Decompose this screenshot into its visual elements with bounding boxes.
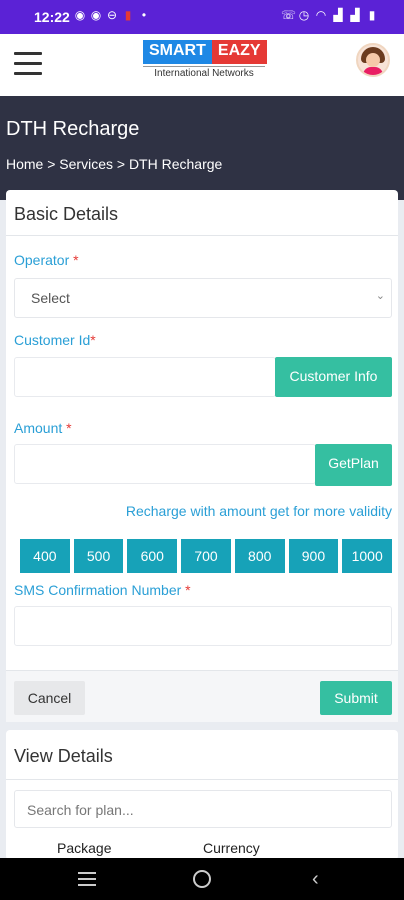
brand-logo[interactable]: SMART EAZY International Networks <box>143 40 267 84</box>
page-title: DTH Recharge <box>6 118 140 140</box>
customer-info-button[interactable]: Customer Info <box>275 357 392 397</box>
status-time: 12:22 <box>34 9 70 25</box>
plan-search-input[interactable]: Search for plan... <box>14 790 392 828</box>
card-title: View Details <box>6 730 398 780</box>
submit-button[interactable]: Submit <box>320 681 392 715</box>
amount-chip[interactable]: 400 <box>20 539 70 573</box>
status-left-icons: ◉ ◉ ⊖ ▮ • <box>74 9 150 21</box>
view-details-card: View Details Search for plan... Package … <box>6 730 398 860</box>
back-icon[interactable]: ‹ <box>312 868 319 891</box>
amount-chip[interactable]: 800 <box>234 539 285 573</box>
amount-input[interactable] <box>14 444 316 484</box>
amount-chips: 400 500 600 700 800 900 1000 <box>20 539 393 573</box>
customer-id-label: Customer Id* <box>14 332 96 348</box>
dnd-icon: ⊖ <box>106 8 118 22</box>
amount-chip[interactable]: 600 <box>127 539 178 573</box>
card-title: Basic Details <box>6 190 398 236</box>
home-icon[interactable] <box>193 870 211 888</box>
status-right-icons: ☏ ◷ ◠ ▟ ▟ ▮ <box>281 9 378 21</box>
sim-icon: ▮ <box>124 8 132 22</box>
amount-label: Amount * <box>14 420 72 436</box>
volte-icon: ☏ <box>281 8 297 22</box>
cancel-button[interactable]: Cancel <box>14 681 85 715</box>
whatsapp-icon: ◉ <box>90 8 102 22</box>
menu-icon[interactable] <box>14 52 42 76</box>
avatar[interactable] <box>356 43 390 77</box>
sms-number-input[interactable] <box>14 606 392 646</box>
battery-icon: ▮ <box>368 8 376 22</box>
wifi-icon: ◠ <box>315 8 327 22</box>
signal-icon: ▟ <box>333 8 343 22</box>
amount-chip[interactable]: 500 <box>73 539 124 573</box>
alarm-icon: ◷ <box>298 8 310 22</box>
basic-details-card: Basic Details Operator * Select ⌄ Custom… <box>6 190 398 722</box>
amount-chip[interactable]: 900 <box>288 539 339 573</box>
amount-chip[interactable]: 1000 <box>342 539 393 573</box>
operator-select-value: Select <box>31 290 70 306</box>
system-nav-bar: ‹ <box>0 858 404 900</box>
dot-icon: • <box>141 8 147 22</box>
operator-select[interactable]: Select ⌄ <box>14 278 392 318</box>
logo-smart-text: SMART <box>143 40 212 64</box>
page-banner: DTH Recharge Home > Services > DTH Recha… <box>0 96 404 200</box>
getplan-button[interactable]: GetPlan <box>315 444 392 486</box>
logo-subtitle: International Networks <box>143 66 265 79</box>
sms-number-label: SMS Confirmation Number * <box>14 582 191 598</box>
customer-id-input[interactable] <box>14 357 276 397</box>
whatsapp-icon: ◉ <box>74 8 86 22</box>
breadcrumb[interactable]: Home > Services > DTH Recharge <box>6 156 222 172</box>
recent-apps-icon[interactable] <box>78 872 96 890</box>
status-bar: 12:22 ◉ ◉ ⊖ ▮ • ☏ ◷ ◠ ▟ ▟ ▮ <box>0 0 404 34</box>
operator-label: Operator * <box>14 252 79 268</box>
column-header-package: Package <box>57 840 112 856</box>
signal-icon: ▟ <box>350 8 360 22</box>
amount-chip[interactable]: 700 <box>181 539 231 573</box>
app-header: SMART EAZY International Networks <box>0 34 404 96</box>
search-placeholder: Search for plan... <box>27 802 134 818</box>
validity-link[interactable]: Recharge with amount get for more validi… <box>126 503 392 519</box>
form-footer: Cancel Submit <box>6 670 398 722</box>
logo-eazy-text: EAZY <box>211 40 267 64</box>
chevron-down-icon: ⌄ <box>375 290 385 302</box>
column-header-currency: Currency <box>203 840 260 856</box>
